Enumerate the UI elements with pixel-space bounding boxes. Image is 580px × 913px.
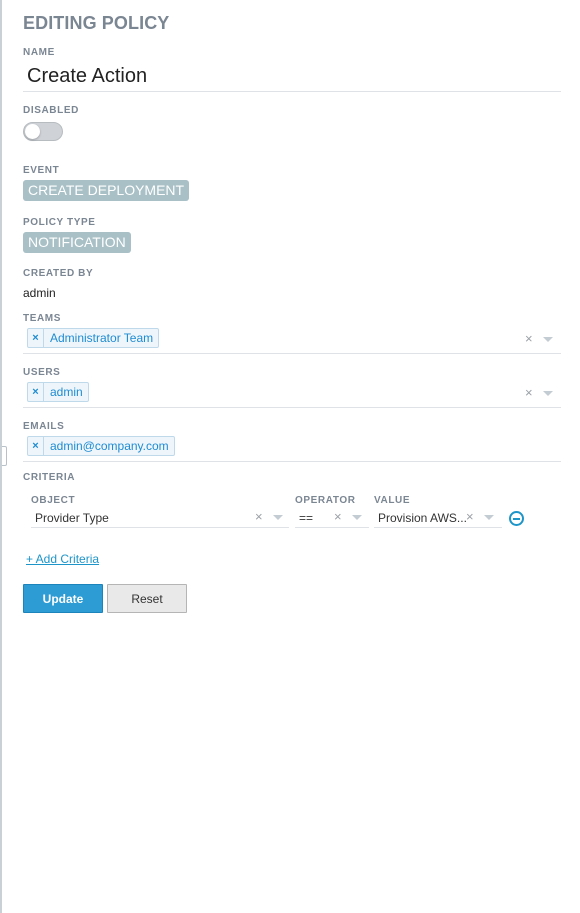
users-select[interactable]: × admin × (23, 382, 561, 408)
chip-label: Administrator Team (50, 331, 154, 345)
teams-select[interactable]: × Administrator Team × (23, 328, 561, 354)
remove-chip-icon[interactable]: × (28, 383, 44, 401)
clear-operator-icon[interactable]: × (334, 510, 342, 524)
panel-resize-handle[interactable] (2, 446, 7, 466)
user-chip: × admin (27, 382, 89, 402)
remove-chip-icon[interactable]: × (28, 329, 44, 347)
criteria-value-value: Provision AWS... (378, 511, 467, 525)
chip-label: admin (50, 385, 83, 399)
value-dropdown-arrow-icon[interactable] (484, 515, 494, 520)
criteria-value-header: VALUE (374, 495, 411, 506)
disabled-label: DISABLED (23, 105, 79, 116)
criteria-operator-select[interactable]: == × (295, 507, 369, 528)
criteria-operator-header: OPERATOR (295, 495, 356, 506)
teams-dropdown-arrow-icon[interactable] (543, 337, 553, 342)
clear-teams-icon[interactable]: × (525, 332, 533, 346)
created-by-value: admin (23, 286, 56, 300)
criteria-object-select[interactable]: Provider Type × (31, 507, 289, 528)
teams-label: TEAMS (23, 313, 61, 324)
operator-dropdown-arrow-icon[interactable] (352, 515, 362, 520)
users-dropdown-arrow-icon[interactable] (543, 391, 553, 396)
policy-type-tag: NOTIFICATION (23, 232, 131, 253)
add-criteria-link[interactable]: + Add Criteria (26, 552, 99, 566)
disabled-toggle[interactable] (23, 122, 63, 141)
reset-button[interactable]: Reset (107, 584, 187, 613)
criteria-operator-value: == (299, 511, 314, 525)
event-label: EVENT (23, 165, 60, 176)
team-chip: × Administrator Team (27, 328, 160, 348)
criteria-label: CRITERIA (23, 472, 76, 483)
remove-criteria-icon[interactable] (509, 511, 524, 526)
emails-input[interactable]: × admin@company.com (23, 436, 561, 462)
event-tag: CREATE DEPLOYMENT (23, 180, 190, 201)
object-dropdown-arrow-icon[interactable] (273, 515, 283, 520)
users-label: USERS (23, 367, 61, 378)
email-chip: × admin@company.com (27, 436, 175, 456)
criteria-object-value: Provider Type (35, 511, 109, 525)
criteria-object-header: OBJECT (31, 495, 76, 506)
clear-users-icon[interactable]: × (525, 386, 533, 400)
clear-value-icon[interactable]: × (466, 510, 474, 524)
page-title: EDITING POLICY (23, 13, 170, 33)
policy-editor-panel: EDITING POLICY NAME DISABLED EVENT CREAT… (0, 0, 580, 913)
toggle-knob (25, 124, 40, 139)
policy-type-label: POLICY TYPE (23, 217, 96, 228)
name-input[interactable] (23, 62, 561, 92)
chip-label: admin@company.com (50, 439, 169, 453)
created-by-label: CREATED BY (23, 268, 94, 279)
name-label: NAME (23, 47, 55, 58)
emails-label: EMAILS (23, 421, 65, 432)
update-button[interactable]: Update (23, 584, 103, 613)
remove-chip-icon[interactable]: × (28, 437, 44, 455)
clear-object-icon[interactable]: × (255, 510, 263, 524)
criteria-value-select[interactable]: Provision AWS... × (374, 507, 502, 528)
